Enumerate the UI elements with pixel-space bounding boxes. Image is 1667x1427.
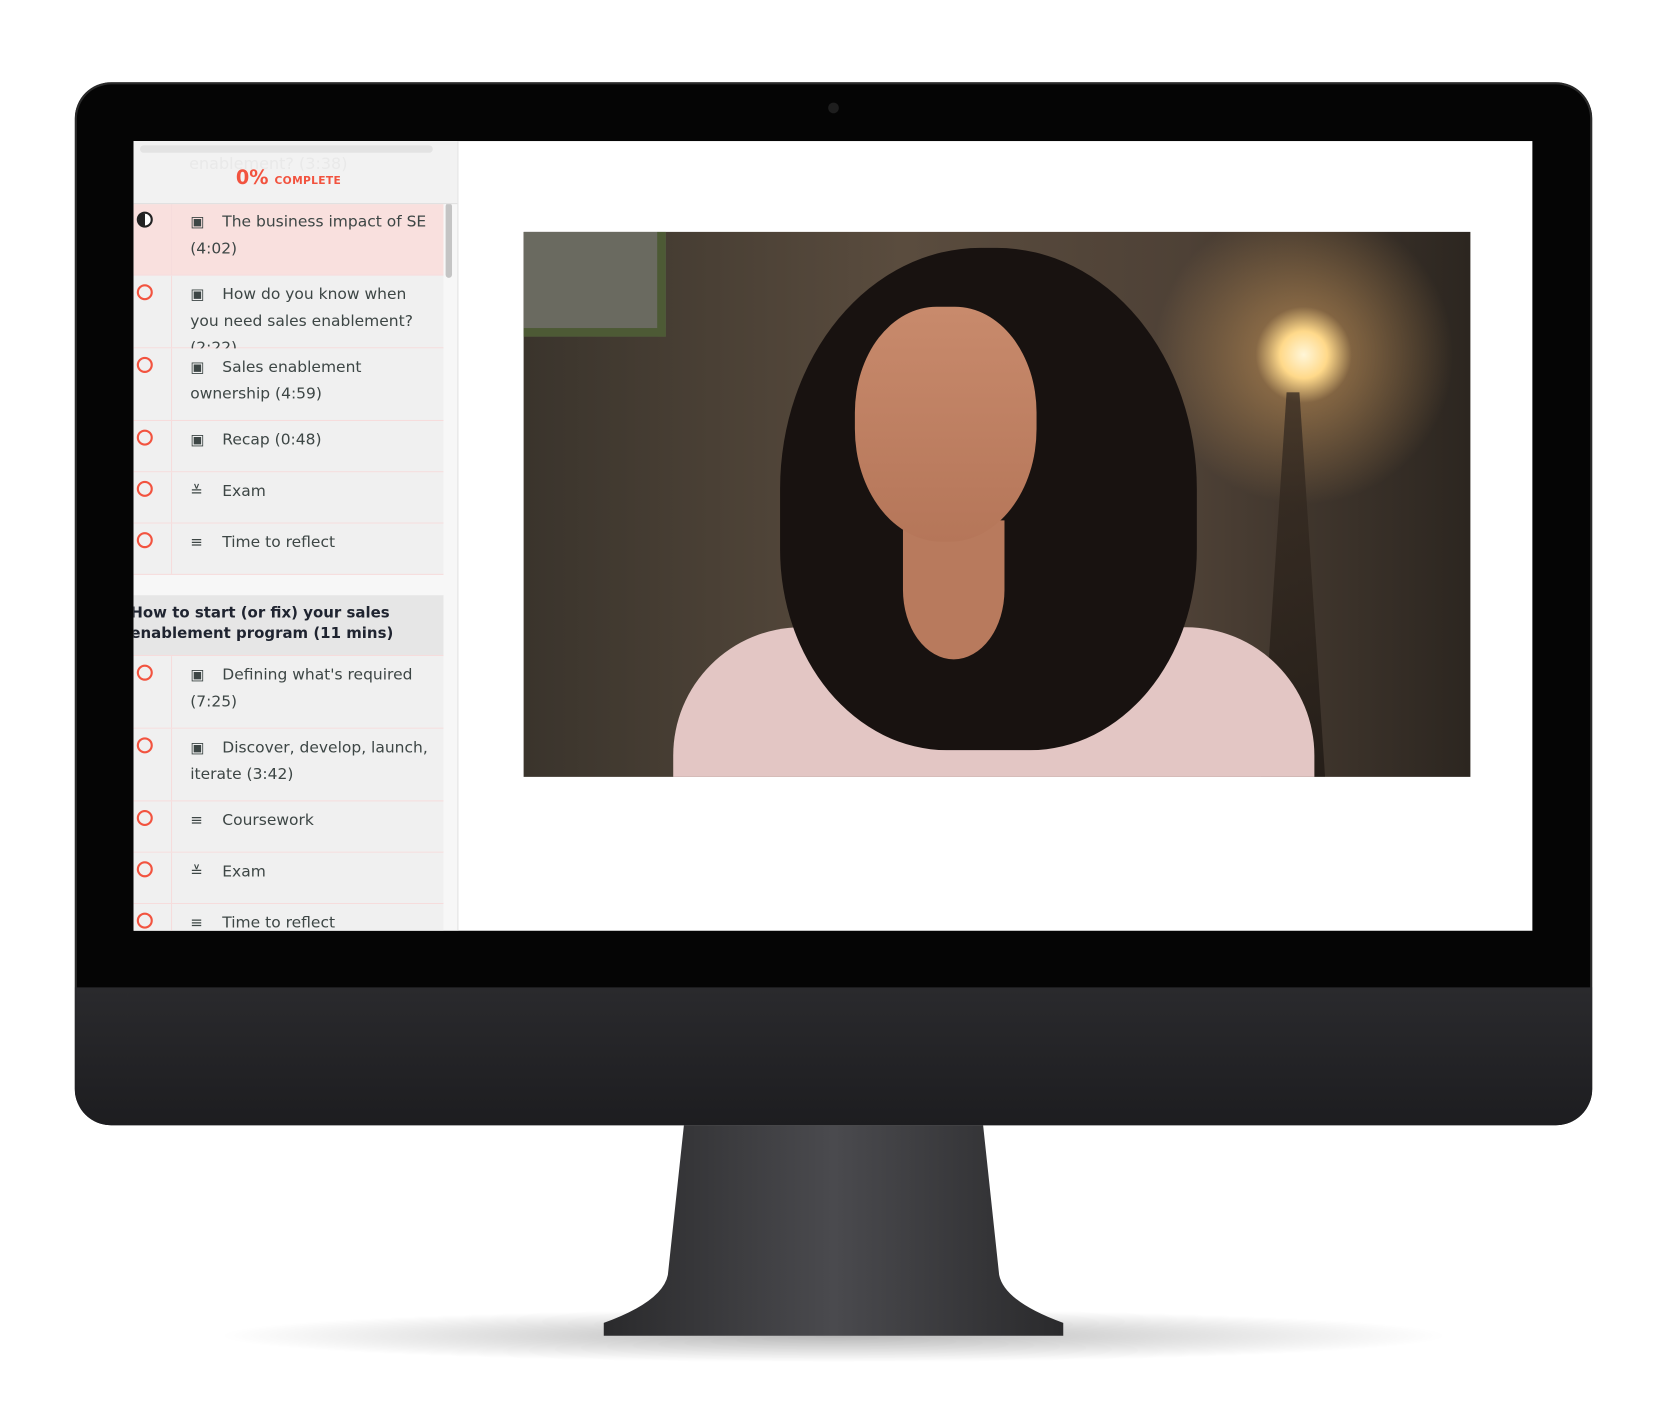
- progress-bar: [139, 145, 433, 153]
- progress-label: 0% COMPLETE: [134, 167, 444, 189]
- lesson-title: ▣ Sales enablement ownership (4:59): [190, 355, 438, 408]
- lesson-row[interactable]: ▣ Sales enablement ownership (4:59): [133, 348, 444, 422]
- lesson-title: ≡ Time to reflect: [190, 910, 438, 931]
- status-column: [170, 348, 173, 420]
- lesson-title: ▣ Discover, develop, launch, iterate (3:4…: [190, 735, 438, 788]
- lesson-title: ▣ The business impact of SE (4:02): [190, 209, 438, 262]
- lesson-row[interactable]: ▣ How do you know when you need sales ena…: [133, 275, 444, 357]
- lesson-title: ≚ Exam: [190, 479, 438, 506]
- status-column: [170, 421, 173, 472]
- status-circle-icon: [136, 664, 153, 681]
- lesson-title-text: Defining what's required (7:25): [190, 666, 413, 711]
- video-icon: ▣: [190, 666, 205, 684]
- section-header[interactable]: How to start (or fix) your sales enablem…: [133, 595, 444, 657]
- progress-complete-label: COMPLETE: [274, 175, 342, 188]
- status-column: [170, 203, 173, 275]
- progress-percent: 0%: [235, 166, 269, 190]
- lesson-row[interactable]: ≡ Coursework: [133, 801, 444, 853]
- sidebar-scrollbar[interactable]: [445, 203, 453, 278]
- lesson-title-text: Coursework: [222, 812, 314, 830]
- lesson-row[interactable]: ≡ Time to reflect: [133, 523, 444, 575]
- video-icon: ▣: [190, 359, 205, 377]
- section-gap: [133, 574, 444, 596]
- status-column: [170, 523, 173, 574]
- status-circle-icon: [136, 480, 153, 497]
- status-circle-icon: [136, 737, 153, 754]
- status-column: [170, 852, 173, 903]
- status-circle-icon: [136, 912, 153, 929]
- monitor-chin: [74, 987, 1593, 1126]
- lesson-title-text: Discover, develop, launch, iterate (3:42…: [190, 739, 428, 784]
- status-column: [170, 801, 173, 852]
- lesson-title-text: Exam: [222, 863, 266, 881]
- video-player[interactable]: [523, 231, 1471, 777]
- status-column: [170, 728, 173, 801]
- video-icon: ▣: [190, 286, 205, 304]
- lesson-title-text: How do you know when you need sales enab…: [190, 286, 413, 357]
- lesson-title-text: Time to reflect: [222, 534, 336, 552]
- lesson-row[interactable]: ▣ Recap (0:48): [133, 421, 444, 473]
- text-icon: ≡: [190, 812, 203, 830]
- lesson-row[interactable]: ≡ Time to reflect: [133, 904, 444, 931]
- video-icon: ▣: [190, 213, 205, 231]
- status-circle-icon: [136, 861, 153, 878]
- lesson-title: ▣ Defining what's required (7:25): [190, 663, 438, 716]
- exam-icon: ≚: [190, 863, 203, 881]
- lesson-row[interactable]: ≚ Exam: [133, 852, 444, 905]
- status-circle-icon: [136, 211, 153, 228]
- text-icon: ≡: [190, 534, 203, 552]
- status-column: [170, 275, 173, 348]
- lesson-title-text: Exam: [222, 483, 266, 501]
- lesson-title: ≡ Time to reflect: [190, 530, 438, 557]
- camera-icon: [828, 102, 839, 114]
- lesson-title: ≡ Coursework: [190, 808, 438, 835]
- monitor-stand: [603, 1125, 1064, 1336]
- lesson-title-text: The business impact of SE (4:02): [190, 213, 427, 258]
- progress-header: enablement? (3:38) 0% COMPLETE: [133, 141, 458, 205]
- lesson-title-text: Recap (0:48): [222, 431, 322, 449]
- status-column: [170, 472, 173, 523]
- lesson-row[interactable]: ≚ Exam: [133, 472, 444, 524]
- status-circle-icon: [136, 429, 153, 446]
- video-icon: ▣: [190, 431, 205, 449]
- exam-icon: ≚: [190, 483, 203, 501]
- video-icon: ▣: [190, 739, 205, 757]
- video-bg-frame: [523, 231, 666, 337]
- status-circle-icon: [136, 532, 153, 549]
- lesson-title: ≚ Exam: [190, 859, 438, 886]
- lesson-row[interactable]: ▣ The business impact of SE (4:02): [133, 203, 444, 276]
- status-column: [170, 904, 173, 931]
- lesson-title: ▣ Recap (0:48): [190, 427, 438, 454]
- lesson-title-text: Time to reflect: [222, 914, 336, 931]
- lesson-list: ▣ The business impact of SE (4:02) ▣ How d…: [133, 203, 444, 931]
- lesson-row[interactable]: ▣ Discover, develop, launch, iterate (3:4…: [133, 728, 444, 802]
- status-circle-icon: [136, 284, 153, 301]
- status-column: [170, 656, 173, 728]
- video-presenter-face: [854, 306, 1037, 542]
- course-sidebar: ▣ The business impact of SE (4:02) ▣ How d…: [133, 141, 459, 931]
- status-circle-icon: [136, 809, 153, 827]
- text-icon: ≡: [190, 914, 203, 931]
- lesson-row[interactable]: ▣ Defining what's required (7:25): [133, 656, 444, 729]
- screen: ▣ The business impact of SE (4:02) ▣ How d…: [133, 141, 1533, 931]
- status-circle-icon: [136, 356, 153, 373]
